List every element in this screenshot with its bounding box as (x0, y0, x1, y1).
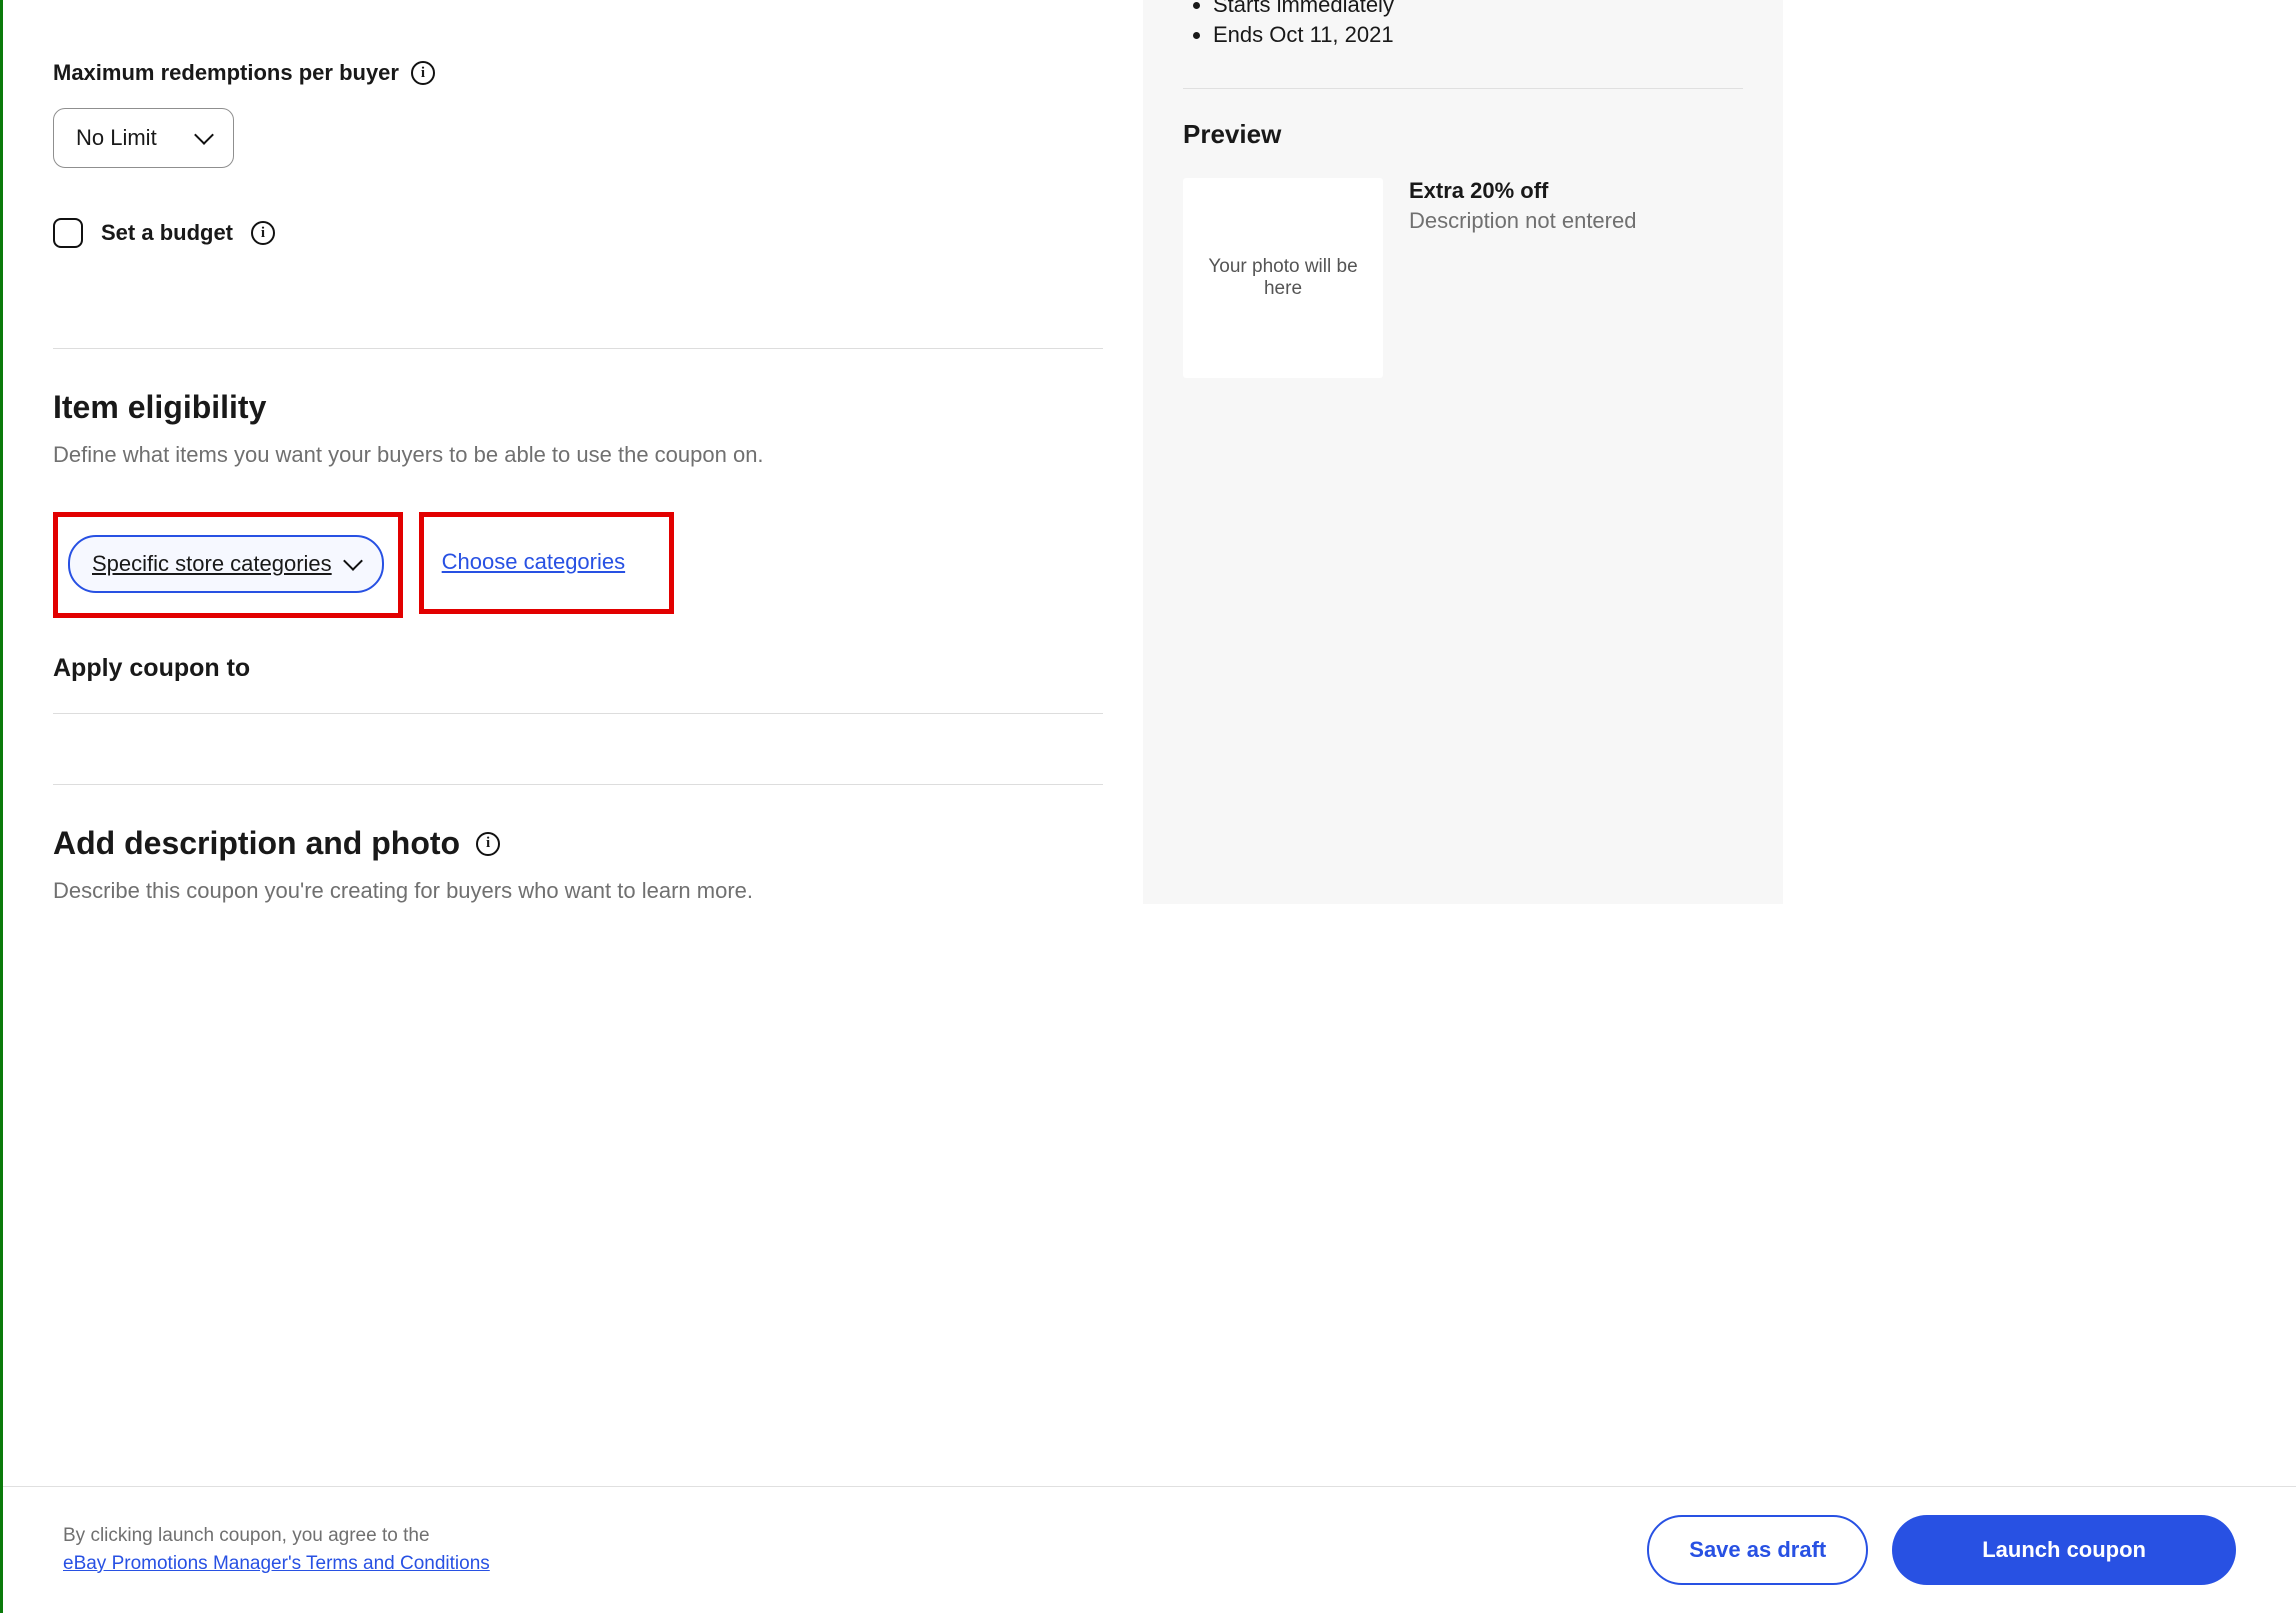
launch-coupon-button[interactable]: Launch coupon (1892, 1515, 2236, 1585)
divider (1183, 88, 1743, 89)
sidebar-panel: Starts immediately Ends Oct 11, 2021 Pre… (1143, 0, 1783, 904)
offer-headline: Extra 20% off (1409, 178, 1636, 204)
photo-placeholder: Your photo will be here (1183, 178, 1383, 378)
main-column: Maximum redemptions per buyer i No Limit… (53, 0, 1103, 904)
apply-coupon-title: Apply coupon to (53, 654, 1103, 683)
max-redemptions-label-row: Maximum redemptions per buyer i (53, 60, 1103, 86)
preview-text-col: Extra 20% off Description not entered (1409, 178, 1636, 234)
sidebar-bullet-list: Starts immediately Ends Oct 11, 2021 (1183, 0, 1743, 48)
set-budget-checkbox[interactable] (53, 218, 83, 248)
preview-row: Your photo will be here Extra 20% off De… (1183, 178, 1743, 378)
offer-description: Description not entered (1409, 208, 1636, 234)
terms-link[interactable]: eBay Promotions Manager's Terms and Cond… (63, 1553, 490, 1574)
info-icon[interactable]: i (411, 61, 435, 85)
choose-categories-link[interactable]: Choose categories (438, 535, 629, 589)
set-budget-row: Set a budget i (53, 218, 1103, 248)
divider (53, 784, 1103, 785)
footer-agree-prefix: By clicking launch coupon, you agree to … (63, 1525, 430, 1546)
preview-title: Preview (1183, 119, 1743, 150)
item-eligibility-title: Item eligibility (53, 389, 1103, 426)
description-title: Add description and photo (53, 825, 460, 862)
list-item: Starts immediately (1213, 0, 1743, 18)
info-icon[interactable]: i (251, 221, 275, 245)
store-categories-select[interactable]: Specific store categories (68, 535, 384, 593)
footer-bar: By clicking launch coupon, you agree to … (3, 1486, 2296, 1613)
highlight-box-link: Choose categories (419, 512, 674, 614)
max-redemptions-label: Maximum redemptions per buyer (53, 60, 399, 86)
highlight-box-select: Specific store categories (53, 512, 403, 618)
description-title-row: Add description and photo i (53, 825, 1103, 862)
set-budget-label: Set a budget (101, 220, 233, 246)
chevron-down-icon (343, 551, 363, 571)
chevron-down-icon (194, 125, 214, 145)
list-item: Ends Oct 11, 2021 (1213, 22, 1743, 48)
description-subtitle: Describe this coupon you're creating for… (53, 878, 1103, 904)
item-eligibility-subtitle: Define what items you want your buyers t… (53, 442, 1103, 468)
max-redemptions-select[interactable]: No Limit (53, 108, 234, 168)
footer-agreement-text: By clicking launch coupon, you agree to … (63, 1522, 1623, 1579)
store-categories-value: Specific store categories (92, 551, 332, 577)
section-divider (53, 348, 1103, 349)
info-icon[interactable]: i (476, 832, 500, 856)
eligibility-controls-row: Specific store categories Choose categor… (53, 512, 1103, 618)
max-redemptions-value: No Limit (76, 125, 157, 151)
save-draft-button[interactable]: Save as draft (1647, 1515, 1868, 1585)
